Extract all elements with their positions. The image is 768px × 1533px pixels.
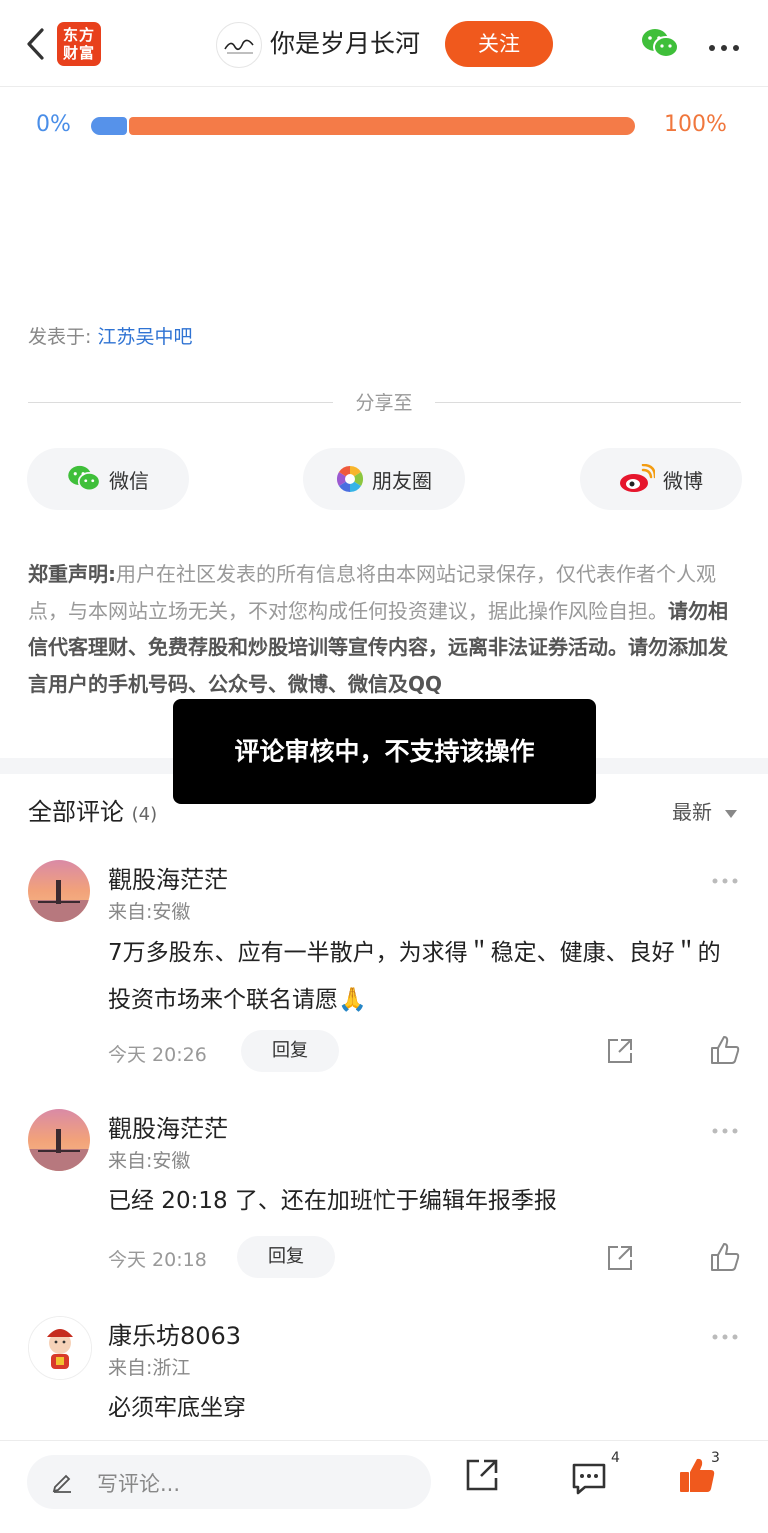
comments-header: 全部评论 (4) xyxy=(28,792,157,827)
moments-icon xyxy=(336,465,364,493)
wechat-share-icon[interactable] xyxy=(641,28,679,64)
share-wechat-label: 微信 xyxy=(109,468,149,493)
progress-left-label: 0% xyxy=(36,112,71,137)
stock-bar-link[interactable]: 江苏吴中吧 xyxy=(97,326,192,348)
logo-text: 东方财富 xyxy=(62,26,95,62)
author-avatar[interactable] xyxy=(216,22,262,68)
posted-in: 发表于: 江苏吴中吧 xyxy=(28,322,192,349)
more-options-icon[interactable] xyxy=(708,38,740,57)
wechat-icon xyxy=(68,465,101,492)
divider xyxy=(28,402,333,403)
disclaimer-label: 郑重声明: xyxy=(28,562,116,586)
follow-button[interactable]: 关注 xyxy=(445,21,553,67)
commenter-avatar[interactable] xyxy=(28,1109,90,1171)
top-nav-bar: 东方财富 你是岁月长河 关注 xyxy=(0,0,768,87)
share-icon[interactable] xyxy=(606,1037,634,1069)
share-weibo-label: 微博 xyxy=(663,468,703,493)
disclaimer-text: 用户在社区发表的所有信息将由本网站记录保存，仅代表作者个人观点，与本网站立场无关… xyxy=(28,562,716,623)
share-moments-button[interactable]: 朋友圈 xyxy=(303,448,465,510)
share-icon xyxy=(466,1459,498,1491)
share-icon[interactable] xyxy=(606,1244,634,1276)
progress-bar-left xyxy=(91,117,127,135)
author-name[interactable]: 你是岁月长河 xyxy=(270,24,420,60)
like-icon[interactable] xyxy=(710,1035,740,1069)
like-icon[interactable] xyxy=(710,1242,740,1276)
share-title: 分享至 xyxy=(355,392,413,414)
toast-message: 评论审核中，不支持该操作 xyxy=(173,699,596,804)
divider xyxy=(435,402,741,403)
reply-button[interactable]: 回复 xyxy=(241,1030,339,1072)
comment-text: 必须牢底坐穿 xyxy=(108,1395,246,1421)
commenter-location: 来自:安徽 xyxy=(108,1150,191,1172)
back-button[interactable] xyxy=(22,26,50,62)
app-logo[interactable]: 东方财富 xyxy=(57,22,101,66)
comment-count-badge: 4 xyxy=(611,1450,620,1466)
comment-more-icon[interactable] xyxy=(711,1120,739,1139)
pencil-icon xyxy=(52,1474,71,1493)
comment-more-icon[interactable] xyxy=(711,1326,739,1345)
comment-bubble-icon xyxy=(572,1463,606,1495)
commenter-name[interactable]: 康乐坊8063 xyxy=(108,1316,241,1351)
caret-down-icon xyxy=(725,810,738,818)
comments-title: 全部评论 xyxy=(28,798,124,826)
like-count-badge: 3 xyxy=(711,1450,720,1466)
sort-label: 最新 xyxy=(672,800,712,824)
commenter-avatar[interactable] xyxy=(28,1316,92,1380)
like-button[interactable]: 3 xyxy=(678,1450,720,1498)
comment-input[interactable]: 写评论... xyxy=(27,1455,431,1509)
comment-time: 今天 20:18 xyxy=(108,1249,207,1271)
comment-time: 今天 20:26 xyxy=(108,1044,207,1066)
share-weibo-button[interactable]: 微博 xyxy=(580,448,742,510)
progress-right-label: 100% xyxy=(664,112,727,137)
share-wechat-button[interactable]: 微信 xyxy=(27,448,189,510)
reply-button[interactable]: 回复 xyxy=(237,1236,335,1278)
comment-more-icon[interactable] xyxy=(711,870,739,889)
chevron-left-icon xyxy=(27,28,44,60)
commenter-name[interactable]: 觀股海茫茫 xyxy=(108,860,228,895)
comment-button[interactable]: 4 xyxy=(571,1450,620,1500)
commenter-location: 来自:浙江 xyxy=(108,1357,191,1379)
bottom-action-bar: 写评论... 4 3 xyxy=(0,1440,768,1533)
comment-text: 7万多股东、应有一半散户，为求得＂稳定、健康、良好＂的投资市场来个联名请愿🙏 xyxy=(108,940,721,1013)
posted-prefix: 发表于: xyxy=(28,326,92,348)
sort-dropdown[interactable]: 最新 xyxy=(672,796,738,825)
comment-text: 已经 20:18 了、还在加班忙于编辑年报季报 xyxy=(108,1188,557,1214)
progress-bar-right xyxy=(129,117,635,135)
share-moments-label: 朋友圈 xyxy=(372,468,432,493)
commenter-location: 来自:安徽 xyxy=(108,901,191,923)
share-button[interactable] xyxy=(465,1458,499,1496)
weibo-icon xyxy=(620,464,655,492)
disclaimer: 郑重声明:用户在社区发表的所有信息将由本网站记录保存，仅代表作者个人观点，与本网… xyxy=(28,556,742,702)
commenter-name[interactable]: 觀股海茫茫 xyxy=(108,1109,228,1144)
commenter-avatar[interactable] xyxy=(28,860,90,922)
comments-count: (4) xyxy=(131,804,158,825)
comment-placeholder: 写评论... xyxy=(97,1472,181,1496)
